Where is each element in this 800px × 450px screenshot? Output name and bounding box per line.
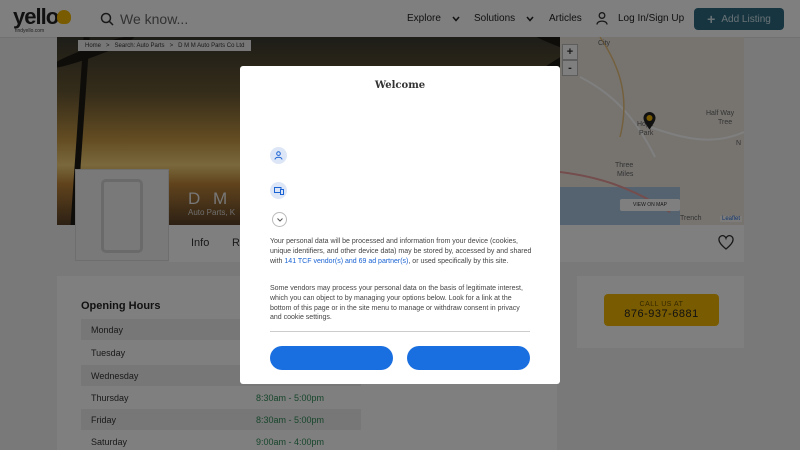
device-data-icon <box>270 182 287 199</box>
vendors-link[interactable]: 141 TCF vendor(s) and 69 ad partner(s) <box>284 258 408 265</box>
expand-toggle[interactable] <box>272 212 287 227</box>
consent-paragraph-1: Your personal data will be processed and… <box>270 237 532 266</box>
consent-primary-button[interactable] <box>270 346 393 370</box>
consent-text-b: , or used specifically by this site. <box>408 257 509 265</box>
person-icon <box>274 151 283 160</box>
consent-divider <box>270 331 530 332</box>
personal-data-icon <box>270 147 287 164</box>
consent-dialog: Welcome Your personal data will be proce… <box>240 66 560 384</box>
chevron-down-icon <box>276 217 283 222</box>
consent-title: Welcome <box>374 80 426 91</box>
consent-paragraph-2: Some vendors may process your personal d… <box>270 285 523 322</box>
devices-icon <box>273 186 284 195</box>
consent-secondary-button[interactable] <box>407 346 530 370</box>
